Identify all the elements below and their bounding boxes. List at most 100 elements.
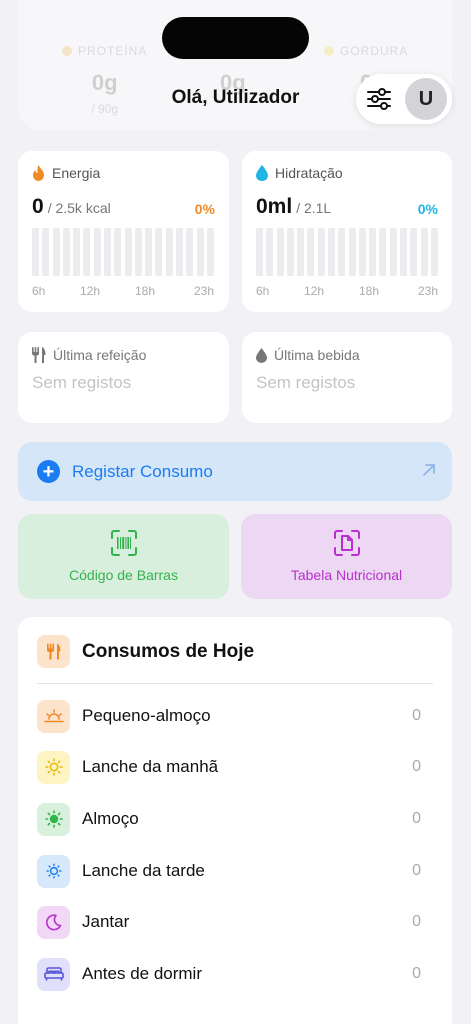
- hydration-value: 0ml: [256, 195, 293, 218]
- axis-label: 23h: [193, 284, 214, 298]
- meal-name: Lanche da manhã: [82, 757, 219, 776]
- hydration-bar: [379, 228, 387, 276]
- flame-icon: [33, 165, 44, 181]
- energy-bar: [206, 228, 214, 276]
- hydration-value-row: 0ml/ 2.1L: [256, 195, 331, 219]
- energy-header: Energia: [32, 165, 100, 181]
- meal-count: 0: [412, 810, 421, 827]
- arrow-up-right-icon: [423, 464, 435, 476]
- energy-bar: [145, 228, 153, 276]
- meal-row-breakfast[interactable]: Pequeno-almoço 0: [37, 699, 433, 733]
- today-consumption-header: Consumos de Hoje: [37, 635, 254, 668]
- sunrise-icon: [37, 699, 70, 733]
- plus-circle-icon: +: [37, 460, 60, 483]
- energy-bar: [42, 228, 50, 276]
- last-drink-card[interactable]: Última bebida Sem registos: [242, 332, 452, 423]
- energy-bar: [93, 228, 101, 276]
- hydration-bar: [369, 228, 377, 276]
- barcode-scan-button[interactable]: Código de Barras: [18, 514, 229, 599]
- barcode-viewfinder-icon: [110, 530, 137, 556]
- axis-label: 18h: [359, 284, 380, 298]
- hydration-bar: [420, 228, 428, 276]
- axis-label: 12h: [304, 284, 325, 298]
- sun-min-icon: [37, 854, 70, 888]
- energy-bar: [73, 228, 81, 276]
- fork-knife-icon: [32, 347, 46, 363]
- energy-value-row: 0/ 2.5k kcal: [32, 195, 111, 219]
- hydration-bar: [430, 228, 438, 276]
- last-meal-header: Última refeição: [32, 347, 146, 363]
- energy-card[interactable]: Energia 0/ 2.5k kcal 0% 6h 12h 18h 23h: [18, 151, 229, 312]
- meal-count: 0: [412, 965, 421, 982]
- hydration-title: Hidratação: [275, 165, 343, 181]
- hydration-card[interactable]: Hidratação 0ml/ 2.1L 0% 6h 12h 18h 23h: [242, 151, 452, 312]
- hydration-percent: 0%: [417, 201, 438, 217]
- hydration-bar: [256, 228, 263, 276]
- axis-label: 6h: [256, 284, 270, 298]
- water-drop-icon: [256, 165, 268, 181]
- energy-bar: [196, 228, 204, 276]
- energy-bar: [32, 228, 39, 276]
- hydration-bar: [297, 228, 305, 276]
- meal-row-before-bed[interactable]: Antes de dormir 0: [37, 957, 433, 991]
- energy-percent: 0%: [194, 201, 215, 217]
- last-meal-title: Última refeição: [53, 347, 147, 363]
- energy-bar: [186, 228, 194, 276]
- avatar[interactable]: U: [405, 78, 447, 120]
- meal-name: Jantar: [82, 912, 130, 931]
- bed-icon: [37, 957, 70, 991]
- moon-icon: [37, 905, 70, 939]
- hydration-hourly-bars: [256, 228, 438, 276]
- meal-name: Almoço: [82, 809, 139, 828]
- header-actions: U: [356, 74, 452, 124]
- nutrition-table-scan-button[interactable]: Tabela Nutricional: [241, 514, 452, 599]
- meal-row-dinner[interactable]: Jantar 0: [37, 905, 433, 939]
- meal-row-afternoon-snack[interactable]: Lanche da tarde 0: [37, 854, 433, 888]
- hydration-bar: [410, 228, 418, 276]
- hydration-hour-axis: 6h 12h 18h 23h: [256, 284, 438, 298]
- filter-button[interactable]: [361, 81, 397, 117]
- hydration-bar: [389, 228, 397, 276]
- energy-bar: [134, 228, 142, 276]
- energy-bar: [103, 228, 111, 276]
- meal-row-lunch[interactable]: Almoço 0: [37, 802, 433, 836]
- document-viewfinder-icon: [333, 530, 360, 556]
- water-drop-icon: [256, 347, 267, 363]
- meal-row-morning-snack[interactable]: Lanche da manhã 0: [37, 750, 433, 784]
- fork-knife-icon: [37, 635, 70, 668]
- meal-count: 0: [412, 707, 421, 724]
- register-consumption-button[interactable]: + Registar Consumo: [18, 442, 452, 501]
- hydration-bar: [266, 228, 274, 276]
- meal-name: Pequeno-almoço: [82, 706, 211, 725]
- meal-name: Lanche da tarde: [82, 861, 205, 880]
- hydration-bar: [307, 228, 315, 276]
- last-meal-card[interactable]: Última refeição Sem registos: [18, 332, 229, 423]
- dynamic-island: [162, 17, 309, 59]
- meal-name: Antes de dormir: [82, 964, 202, 983]
- hydration-bar: [399, 228, 407, 276]
- sun-max-icon: [37, 802, 70, 836]
- meal-count: 0: [412, 758, 421, 775]
- energy-hour-axis: 6h 12h 18h 23h: [32, 284, 214, 298]
- hydration-goal: / 2.1L: [296, 200, 332, 216]
- sun-icon: [37, 750, 70, 784]
- energy-bar: [62, 228, 70, 276]
- hydration-bar: [327, 228, 335, 276]
- axis-label: 12h: [80, 284, 101, 298]
- energy-bar: [124, 228, 132, 276]
- register-consumption-label: Registar Consumo: [72, 462, 213, 481]
- today-consumption-title: Consumos de Hoje: [82, 640, 255, 662]
- barcode-scan-label: Código de Barras: [69, 567, 178, 583]
- energy-bar: [175, 228, 183, 276]
- hydration-bar: [286, 228, 294, 276]
- meal-count: 0: [412, 913, 421, 930]
- energy-bar: [83, 228, 91, 276]
- last-drink-value: Sem registos: [256, 373, 356, 392]
- hydration-bar: [338, 228, 346, 276]
- energy-value: 0: [32, 195, 44, 218]
- hydration-bar: [276, 228, 284, 276]
- meal-count: 0: [412, 862, 421, 879]
- today-consumption-card: Consumos de Hoje Pequeno-almoço 0 Lanche…: [18, 617, 452, 1024]
- hydration-bar: [358, 228, 366, 276]
- energy-hourly-bars: [32, 228, 214, 276]
